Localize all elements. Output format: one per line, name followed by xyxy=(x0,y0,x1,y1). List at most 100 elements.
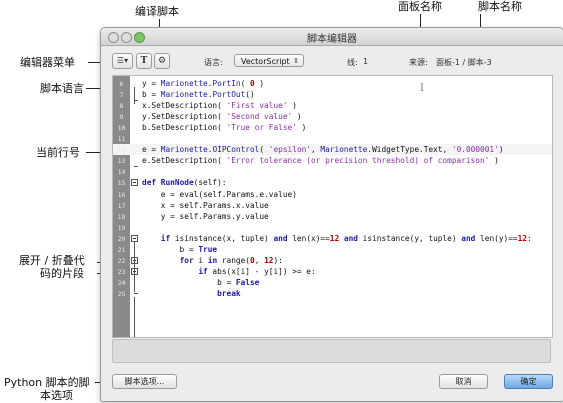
line-number: 11 xyxy=(117,135,126,144)
line-number: 9 xyxy=(119,113,124,122)
line-number: 7 xyxy=(119,91,124,100)
code-line: x = self.Params.x.value xyxy=(142,200,269,211)
line-number: 19 xyxy=(117,223,126,232)
fold-guide xyxy=(134,87,135,105)
script-options-button[interactable]: 脚本选项... xyxy=(112,374,177,389)
code-token: True xyxy=(198,244,218,254)
code-token: 12 xyxy=(517,233,527,243)
code-token: x.SetDescription( xyxy=(142,101,227,111)
line-number: 10 xyxy=(117,124,126,133)
code-token: ( xyxy=(240,79,250,88)
code-line: y.SetDescription( 'Second value' ) xyxy=(142,111,302,122)
code-line: x.SetDescription( 'First value' ) xyxy=(142,100,297,111)
line-value: 1 xyxy=(363,57,369,66)
fold-guide xyxy=(134,296,135,337)
cancel-button[interactable]: 取消 xyxy=(439,374,488,389)
callout-compile-script: 编译脚本 xyxy=(135,5,179,18)
code-token: i xyxy=(193,255,208,265)
fold-end-tick xyxy=(134,292,138,294)
code-token: Marionette xyxy=(160,79,208,88)
text-style-button[interactable]: T xyxy=(136,53,152,69)
code-token: 'Error tolerance (or precision threshold… xyxy=(226,156,490,166)
callout-fold-line2: 码的片段 xyxy=(40,267,84,280)
fold-toggle-icon[interactable] xyxy=(131,179,138,187)
code-token: (self): xyxy=(193,178,227,188)
code-token: len(y)== xyxy=(475,233,518,243)
code-token: , xyxy=(311,145,321,155)
code-token: .WidgetType.Text, xyxy=(367,145,452,155)
code-token: , xyxy=(254,255,265,265)
source-label: 来源: xyxy=(409,58,428,67)
code-token: len(x)== xyxy=(287,233,330,243)
code-token: 'True or False' xyxy=(226,123,297,133)
callout-panel-name: 面板名称 xyxy=(398,0,442,13)
code-token: range( xyxy=(217,255,250,265)
callout-script-name: 脚本名称 xyxy=(478,0,522,13)
callout-script-language: 脚本语言 xyxy=(40,82,84,95)
code-token: b.SetDescription( xyxy=(142,123,227,133)
menu-list-icon: ☰▾ xyxy=(116,56,129,65)
code-token: Marionette xyxy=(160,90,208,100)
code-token: '0.000001' xyxy=(451,145,499,155)
line-number: 25 xyxy=(117,289,126,298)
code-line: e = eval(self.Params.e.value) xyxy=(142,189,297,200)
code-token: PortIn xyxy=(212,79,241,88)
code-token: b = xyxy=(142,244,199,254)
code-token: abs(x[i] - y[i]) >= e: xyxy=(207,266,316,276)
fold-end-tick xyxy=(134,99,138,101)
code-token: ) xyxy=(489,156,499,166)
line-number: 17 xyxy=(117,201,126,210)
code-token: 'Second value' xyxy=(226,112,293,122)
code-line: if isinstance(x, tuple) and len(x)==12 a… xyxy=(142,233,532,244)
line-number: 12 xyxy=(117,146,126,155)
line-number: 6 xyxy=(119,80,124,88)
code-line: b = Marionette.PortOut() xyxy=(142,89,255,100)
code-token: ): xyxy=(273,255,283,265)
code-token: b = xyxy=(142,277,236,287)
title-bar: 脚本编辑器 xyxy=(101,28,563,46)
code-line: for i in range(0, 12): xyxy=(142,255,283,266)
gear-icon: ⚙ xyxy=(157,56,167,66)
callout-options-line1: Python 脚本的脚 xyxy=(4,376,90,389)
select-arrows-icon: ⇕ xyxy=(293,57,299,65)
code-token: e.SetDescription( xyxy=(142,156,227,166)
code-token: if xyxy=(160,233,171,243)
code-token: PortOut xyxy=(212,90,246,100)
fold-toggle-icon[interactable] xyxy=(131,234,138,242)
ok-button[interactable]: 确定 xyxy=(504,374,553,389)
line-number: 18 xyxy=(117,212,126,221)
code-token: Marionette xyxy=(320,145,368,155)
toolbar: ☰▾ T ⚙ 语言: VectorScript ⇕ 线: 1 来源: 面板-1 … xyxy=(101,46,563,72)
code-line: break xyxy=(142,288,240,299)
language-label: 语言: xyxy=(204,58,223,67)
code-token: in xyxy=(207,255,218,265)
code-line: y = self.Params.y.value xyxy=(142,211,269,222)
code-token: 12 xyxy=(329,233,340,243)
code-token: False xyxy=(235,277,260,287)
code-token: isinstance(y, tuple) xyxy=(357,233,462,243)
compile-script-button[interactable]: ⚙ xyxy=(154,53,170,69)
code-editor[interactable]: 6 y = Marionette.PortIn( 0 ) 7 b = Marionet… xyxy=(112,75,553,338)
code-line: e = Marionette.OIPControl( 'epsilon', Ma… xyxy=(142,144,504,155)
code-token: and xyxy=(461,233,476,243)
fold-end-tick xyxy=(134,165,138,167)
editor-menu-button[interactable]: ☰▾ xyxy=(112,53,133,69)
code-token: if xyxy=(198,266,208,276)
code-token: ( xyxy=(259,145,269,155)
line-number: 24 xyxy=(117,278,126,287)
line-number: 23 xyxy=(117,267,126,276)
code-token: and xyxy=(273,233,288,243)
code-line: def RunNode(self): xyxy=(142,177,227,188)
code-token: x = self.Params.x.value xyxy=(142,200,269,210)
code-token: ) xyxy=(498,145,504,155)
code-token: def xyxy=(142,178,157,188)
code-token: Marionette xyxy=(160,145,208,155)
code-line: e.SetDescription( 'Error tolerance (or p… xyxy=(142,155,499,166)
language-select[interactable]: VectorScript ⇕ xyxy=(234,54,304,67)
line-label: 线: xyxy=(347,58,358,67)
code-token: and xyxy=(343,233,358,243)
